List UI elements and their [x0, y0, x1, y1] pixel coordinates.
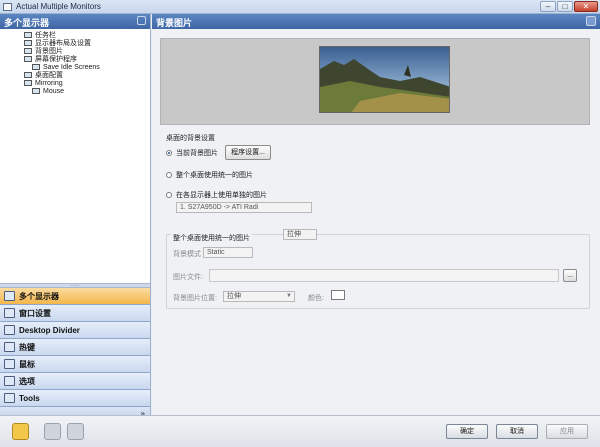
group-mode-value: 拉伸: [287, 231, 301, 238]
image-position-label: 背景图片位置:: [173, 295, 217, 302]
screensaver-icon: [24, 56, 32, 62]
redo-icon[interactable]: [67, 423, 84, 440]
ok-button[interactable]: 确定: [446, 424, 488, 439]
title-bar: Actual Multiple Monitors – □ ✕: [0, 0, 600, 14]
image-file-label: 图片文件:: [173, 274, 203, 281]
image-settings-group: 整个桌面使用统一的图片 拉伸 背景模式 Static 图片文件: ... 背景图…: [166, 229, 590, 309]
cancel-button[interactable]: 取消: [496, 424, 538, 439]
mouse-icon: [32, 88, 40, 94]
monitor-select-value: 1. S27A950D -> ATI Radi: [180, 204, 259, 211]
tree-item-screensaver[interactable]: 屏幕保护程序: [10, 55, 150, 63]
minimize-button[interactable]: –: [540, 1, 556, 12]
picture-icon: [24, 48, 32, 54]
tools-icon: [4, 393, 15, 403]
nav-tools[interactable]: Tools: [0, 390, 150, 407]
image-file-input[interactable]: [209, 269, 559, 282]
nav-label: Desktop Divider: [19, 325, 80, 335]
chevron-down-icon: ▼: [286, 293, 292, 299]
window-title: Actual Multiple Monitors: [16, 2, 101, 11]
radio-button-selected[interactable]: [166, 150, 172, 156]
window-icon: [4, 308, 15, 318]
tree-item-monitor-layout[interactable]: 显示器布局及设置: [10, 39, 150, 47]
tree-item-label: Mirroring: [35, 79, 63, 87]
options-icon: [4, 376, 15, 386]
tree-item-label: 桌面配置: [35, 72, 63, 79]
nav-multiple-monitors[interactable]: 多个显示器: [0, 288, 150, 305]
monitor-select[interactable]: 1. S27A950D -> ATI Radi: [176, 202, 312, 213]
app-icon: [3, 3, 12, 11]
browse-button[interactable]: ...: [563, 269, 577, 282]
nav-bar-group: ...... 多个显示器 窗口设置 Desktop Divider 热键 鼠标 …: [0, 283, 150, 422]
tree-item-desktop-profiles[interactable]: 桌面配置: [10, 71, 150, 79]
bg-mode-label: 背景模式: [173, 251, 201, 258]
divider-icon: [4, 325, 15, 335]
tree-item-label: Mouse: [43, 87, 65, 95]
bottom-bar: 确定 取消 应用: [0, 415, 600, 447]
settings-tree: 任务栏 显示器布局及设置 背景图片 屏幕保护程序 Save Idle Scree…: [0, 29, 150, 296]
radio-button[interactable]: [166, 192, 172, 198]
left-panel: 多个显示器 任务栏 显示器布局及设置 背景图片 屏幕保护程序 Save Idle…: [0, 14, 151, 422]
nav-label: 窗口设置: [19, 308, 51, 318]
left-panel-title: 多个显示器: [4, 18, 50, 28]
nav-label: 鼠标: [19, 359, 35, 369]
tree-item-mirroring[interactable]: Mirroring: [10, 79, 150, 87]
bg-mode-select[interactable]: Static: [203, 247, 253, 258]
nav-mouse[interactable]: 鼠标: [0, 356, 150, 373]
bg-mode-value: Static: [207, 249, 225, 256]
nav-label: 多个显示器: [19, 291, 59, 301]
nav-label: Tools: [19, 393, 40, 403]
radio-separate-images[interactable]: 在各显示器上使用单独的图片: [166, 190, 267, 200]
nav-desktop-divider[interactable]: Desktop Divider: [0, 322, 150, 339]
pin-icon[interactable]: [137, 16, 146, 25]
nav-window-settings[interactable]: 窗口设置: [0, 305, 150, 322]
keyboard-icon: [4, 342, 15, 352]
monitors-icon: [4, 291, 15, 301]
tree-item-label: 屏幕保护程序: [35, 56, 77, 63]
program-settings-button[interactable]: 程序设置...: [225, 145, 271, 160]
nav-label: 热键: [19, 342, 35, 352]
radio-label: 整个桌面使用统一的图片: [176, 172, 253, 179]
apply-button[interactable]: 应用: [546, 424, 588, 439]
radio-label: 在各显示器上使用单独的图片: [176, 192, 267, 199]
group-title: 整个桌面使用统一的图片: [171, 233, 252, 243]
nav-options[interactable]: 选项: [0, 373, 150, 390]
radio-button[interactable]: [166, 172, 172, 178]
background-thumbnail[interactable]: [319, 46, 450, 113]
left-panel-header: 多个显示器: [0, 14, 150, 29]
mouse-icon: [4, 359, 15, 369]
image-position-select[interactable]: 拉伸 ▼: [223, 291, 295, 302]
window-controls: – □ ✕: [540, 1, 598, 12]
undo-icon[interactable]: [44, 423, 61, 440]
nav-hotkeys[interactable]: 热键: [0, 339, 150, 356]
radio-current-background[interactable]: 当前背景图片: [166, 148, 218, 158]
color-label: 颜色:: [308, 295, 324, 302]
image-position-value: 拉伸: [227, 293, 241, 300]
landscape-image: [320, 47, 449, 112]
radio-same-image[interactable]: 整个桌面使用统一的图片: [166, 170, 253, 180]
tree-item-background[interactable]: 背景图片: [10, 47, 150, 55]
tree-item-mouse[interactable]: Mouse: [10, 87, 150, 95]
section-label: 桌面的背景设置: [166, 135, 215, 142]
nav-label: 选项: [19, 376, 35, 386]
monitor-icon: [24, 40, 32, 46]
help-icon[interactable]: [12, 423, 29, 440]
radio-label: 当前背景图片: [176, 150, 218, 157]
color-swatch[interactable]: [331, 290, 345, 300]
taskbar-icon: [24, 32, 32, 38]
page-title: 背景图片: [156, 18, 193, 28]
desktop-icon: [24, 72, 32, 78]
right-panel: 背景图片 桌面的背景设置 当前背景图片 程序设置... 整个桌面使用统一的图片 …: [152, 14, 600, 415]
close-button[interactable]: ✕: [574, 1, 598, 12]
settings-icon[interactable]: [586, 16, 596, 26]
monitor-preview: [160, 38, 590, 125]
tree-item-save-idle-screens[interactable]: Save Idle Screens: [10, 63, 150, 71]
maximize-button[interactable]: □: [557, 1, 573, 12]
mirroring-icon: [24, 80, 32, 86]
right-panel-header: 背景图片: [152, 14, 600, 29]
group-mode-select[interactable]: 拉伸: [283, 229, 317, 240]
